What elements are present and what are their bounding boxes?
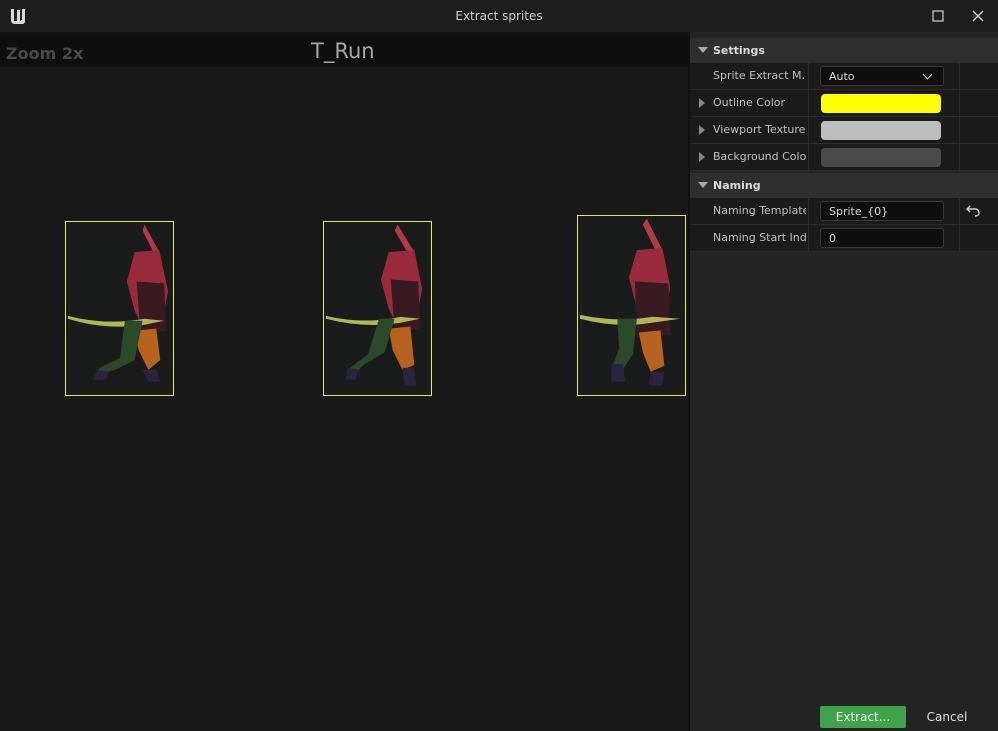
texture-name: T_Run <box>311 39 375 63</box>
title-bar: Extract sprites <box>0 0 998 32</box>
property-label: Naming Start Ind... <box>713 231 806 244</box>
sprite-image <box>67 224 169 382</box>
category-label: Naming <box>713 179 761 192</box>
expand-arrow-icon[interactable] <box>699 98 705 108</box>
input-value: Sprite_{0} <box>829 205 889 218</box>
details-panel: Settings Sprite Extract M... Auto Outlin… <box>688 32 998 731</box>
sprite-frame[interactable] <box>577 215 686 396</box>
window-title: Extract sprites <box>455 9 543 23</box>
property-row-naming-start-index: Naming Start Ind... 0 <box>690 225 998 252</box>
category-label: Settings <box>713 44 765 57</box>
settings-category[interactable]: Settings <box>690 38 998 63</box>
collapse-arrow-icon[interactable] <box>698 182 708 188</box>
input-value: 0 <box>829 232 836 245</box>
column-divider[interactable] <box>808 225 809 251</box>
close-icon[interactable] <box>958 4 998 28</box>
collapse-arrow-icon[interactable] <box>698 47 708 53</box>
property-row-sprite-extract-mode: Sprite Extract M... Auto <box>690 63 998 90</box>
cancel-button[interactable]: Cancel <box>916 706 978 728</box>
chevron-down-icon <box>922 69 933 80</box>
extract-button[interactable]: Extract... <box>820 706 906 728</box>
property-label: Background Color <box>713 150 806 163</box>
sprite-image <box>579 218 681 386</box>
column-divider <box>959 225 960 251</box>
property-label: Viewport Texture... <box>713 123 806 136</box>
column-divider <box>959 198 960 224</box>
zoom-label: Zoom 2x <box>6 44 84 63</box>
column-divider <box>959 63 960 89</box>
sprite-viewport[interactable]: Zoom 2x T_Run <box>0 32 688 731</box>
column-divider <box>959 117 960 143</box>
maximize-icon[interactable] <box>918 4 958 28</box>
property-label: Naming Template <box>713 204 806 217</box>
property-label: Sprite Extract M... <box>713 69 806 82</box>
viewport-header: Zoom 2x T_Run <box>0 36 688 67</box>
expand-arrow-icon[interactable] <box>699 152 705 162</box>
column-divider[interactable] <box>808 117 809 143</box>
sprite-frame[interactable] <box>323 221 432 396</box>
sprite-extract-mode-dropdown[interactable]: Auto <box>820 66 944 86</box>
column-divider <box>959 90 960 116</box>
background-color-swatch[interactable] <box>821 148 941 167</box>
dropdown-value: Auto <box>829 70 855 83</box>
naming-template-input[interactable]: Sprite_{0} <box>820 201 944 221</box>
property-row-background-color: Background Color <box>690 144 998 171</box>
property-row-viewport-texture-tint: Viewport Texture... <box>690 117 998 144</box>
naming-category[interactable]: Naming <box>690 173 998 198</box>
column-divider[interactable] <box>808 90 809 116</box>
property-row-naming-template: Naming Template Sprite_{0} <box>690 198 998 225</box>
outline-color-swatch[interactable] <box>821 94 941 113</box>
reset-to-default-icon[interactable] <box>965 202 981 218</box>
viewport-texture-color-swatch[interactable] <box>821 121 941 140</box>
property-label: Outline Color <box>713 96 786 109</box>
property-row-outline-color: Outline Color <box>690 90 998 117</box>
sprite-image <box>325 224 423 386</box>
column-divider[interactable] <box>808 198 809 224</box>
sprite-frame[interactable] <box>65 221 174 396</box>
column-divider[interactable] <box>808 144 809 170</box>
column-divider[interactable] <box>808 63 809 89</box>
naming-start-index-input[interactable]: 0 <box>820 228 944 248</box>
expand-arrow-icon[interactable] <box>699 125 705 135</box>
column-divider <box>959 144 960 170</box>
